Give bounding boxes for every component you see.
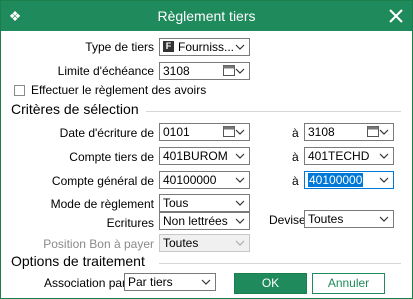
mode-reglement-label: Mode de règlement [50,197,154,211]
association-label: Association par [44,276,127,290]
avoirs-checkbox[interactable] [14,85,25,96]
compte-tiers-label: Compte tiers de [69,150,154,164]
calendar-icon[interactable] [367,126,379,137]
section-divider [159,263,401,264]
compte-general-label: Compte général de [51,174,154,188]
date-ecriture-to-value: 3108 [308,125,335,139]
ecritures-select[interactable]: Non lettrées [159,212,250,230]
mode-reglement-select[interactable]: Tous [159,194,250,212]
type-tiers-label: Type de tiers [85,40,154,54]
chevron-down-icon [379,153,389,159]
close-icon[interactable] [386,6,406,26]
chevron-down-icon [235,129,245,135]
compte-general-to-label: à [292,174,299,188]
chevron-down-icon [379,177,389,183]
date-ecriture-from-value: 0101 [163,125,190,139]
chevron-down-icon [235,218,245,224]
limite-echeance-field[interactable]: 3108 [159,62,250,80]
window-title: Règlement tiers [157,8,256,24]
date-ecriture-from-field[interactable]: 0101 [159,123,250,141]
compte-tiers-from-field[interactable]: 401BUROM [159,147,250,165]
ok-button[interactable]: OK [234,273,307,294]
compte-general-to-field[interactable]: 40100000 [304,171,394,189]
devise-select[interactable]: Toutes [304,210,394,228]
chevron-down-icon [235,153,245,159]
type-tiers-select[interactable]: F Fourniss... [159,38,250,56]
devise-value: Toutes [308,212,344,226]
title-bar: ❖ Règlement tiers [1,1,412,31]
compte-tiers-to-label: à [292,150,299,164]
position-bon-label: Position Bon à payer [43,237,154,251]
compte-tiers-from-value: 401BUROM [163,149,228,163]
section-divider [146,111,401,112]
chevron-down-icon [235,240,245,246]
mode-reglement-value: Tous [163,196,189,210]
association-value: Par tiers [128,275,173,289]
reglement-tiers-dialog: ❖ Règlement tiers Type de tiers F Fourni… [0,0,413,299]
chevron-down-icon [235,200,245,206]
calendar-icon[interactable] [223,65,235,76]
devise-label: Devise [269,213,306,227]
position-bon-select: Toutes [159,234,250,252]
association-select[interactable]: Par tiers [124,273,216,291]
chevron-down-icon [379,129,389,135]
chevron-down-icon [379,216,389,222]
chevron-down-icon [235,44,245,50]
chevron-down-icon [235,177,245,183]
compte-general-from-value: 40100000 [163,173,217,187]
compte-tiers-to-value: 401TECHD [308,149,370,163]
avoirs-label: Effectuer le règlement des avoirs [31,83,207,97]
type-tiers-value: Fourniss... [178,40,235,54]
date-ecriture-label: Date d'écriture de [59,126,154,140]
cancel-button[interactable]: Annuler [312,273,385,294]
compte-general-to-value: 40100000 [308,173,364,187]
position-bon-value: Toutes [163,236,199,250]
ecritures-label: Ecritures [106,216,154,230]
compte-general-from-field[interactable]: 40100000 [159,171,250,189]
ecritures-value: Non lettrées [163,214,228,228]
chevron-down-icon [235,68,245,74]
limite-echeance-value: 3108 [163,64,190,78]
date-ecriture-to-label: à [292,126,299,140]
criteres-section-title: Critères de sélection [11,101,139,117]
supplier-badge-icon: F [163,41,174,52]
limite-echeance-label: Limite d'échéance [57,64,154,78]
compte-tiers-to-field[interactable]: 401TECHD [304,147,394,165]
chevron-down-icon [201,279,211,285]
options-section-title: Options de traitement [11,253,145,269]
calendar-icon[interactable] [223,126,235,137]
date-ecriture-to-field[interactable]: 3108 [304,123,394,141]
